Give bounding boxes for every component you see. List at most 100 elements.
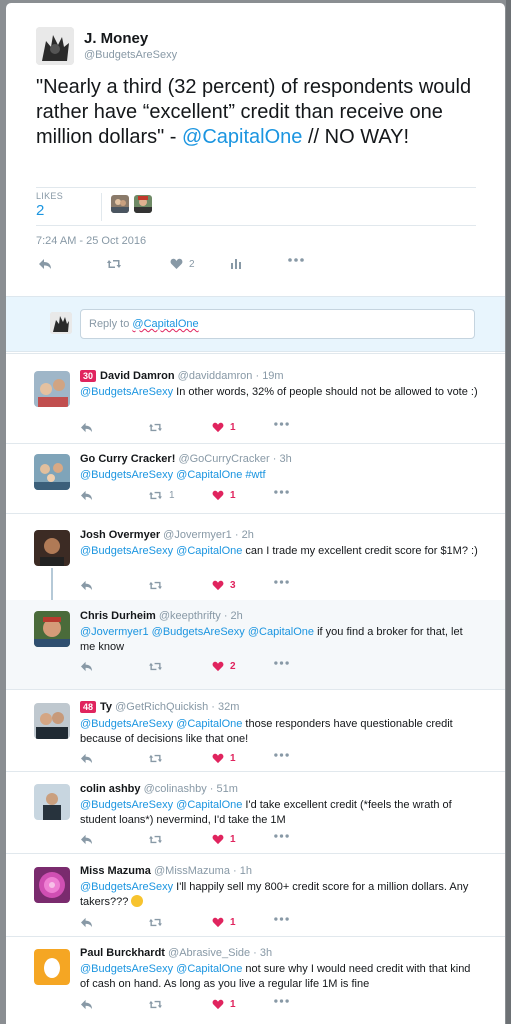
reply-button[interactable] xyxy=(80,661,93,672)
tweet-detail-card: J. Money @BudgetsAreSexy "Nearly a third… xyxy=(6,3,505,1024)
more-button[interactable] xyxy=(274,834,289,838)
retweet-button[interactable] xyxy=(148,834,163,845)
like-button[interactable]: 1 xyxy=(212,753,236,764)
like-button[interactable]: 3 xyxy=(212,580,236,591)
mention-link[interactable]: @BudgetsAreSexy @CapitalOne xyxy=(80,799,242,811)
avatar[interactable] xyxy=(34,784,70,820)
reply-button[interactable] xyxy=(38,258,52,270)
reply-button[interactable] xyxy=(80,834,93,845)
reply-button[interactable] xyxy=(80,580,93,591)
mention-link[interactable]: @BudgetsAreSexy xyxy=(80,386,173,398)
reply-author[interactable]: Josh Overmyer xyxy=(80,529,160,541)
like-button[interactable]: 1 xyxy=(212,917,236,928)
reply-handle[interactable]: @GetRichQuickish · 32m xyxy=(115,701,239,713)
retweet-icon xyxy=(148,999,163,1010)
avatar[interactable] xyxy=(34,611,70,647)
likes-count[interactable]: 2 xyxy=(36,202,44,219)
like-button[interactable]: 1 xyxy=(212,422,236,433)
reply-author[interactable]: Ty xyxy=(100,701,112,713)
more-button[interactable] xyxy=(274,999,289,1003)
reply-icon xyxy=(80,834,93,845)
avatar[interactable] xyxy=(36,27,74,65)
money-face-emoji-icon xyxy=(131,895,144,907)
reply-header: Go Curry Cracker! @GoCurryCracker · 3h xyxy=(80,453,292,465)
avatar[interactable] xyxy=(34,454,70,490)
like-button[interactable]: 2 xyxy=(170,258,195,270)
reply-button[interactable] xyxy=(80,753,93,764)
retweet-button[interactable] xyxy=(148,917,163,928)
reply-author[interactable]: David Damron xyxy=(100,370,175,382)
author-name[interactable]: J. Money xyxy=(84,30,148,47)
more-button[interactable] xyxy=(274,661,289,665)
more-icon xyxy=(274,422,289,426)
avatar[interactable] xyxy=(34,530,70,566)
reply-tweet[interactable]: Josh Overmyer @Jovermyer1 · 2h @BudgetsA… xyxy=(6,513,505,613)
retweet-button[interactable] xyxy=(106,258,122,270)
more-button[interactable] xyxy=(274,753,289,757)
mention-link[interactable]: @BudgetsAreSexy @CapitalOne xyxy=(80,718,242,730)
more-button[interactable] xyxy=(274,490,289,494)
reply-text: @BudgetsAreSexy @CapitalOne those respon… xyxy=(80,717,480,747)
reply-handle[interactable]: @keepthrifty · 2h xyxy=(159,610,243,622)
mention-link[interactable]: @BudgetsAreSexy @CapitalOne xyxy=(80,963,242,975)
reply-author[interactable]: Paul Burckhardt xyxy=(80,947,165,959)
avatar xyxy=(50,312,72,334)
more-button[interactable] xyxy=(288,258,304,262)
reply-button[interactable] xyxy=(80,422,93,433)
like-button[interactable]: 2 xyxy=(212,661,236,672)
reply-tweet[interactable]: Miss Mazuma @MissMazuma · 1h @BudgetsAre… xyxy=(6,853,505,936)
retweet-button[interactable] xyxy=(148,422,163,433)
reply-author[interactable]: colin ashby xyxy=(80,783,141,795)
like-button[interactable]: 1 xyxy=(212,490,236,501)
like-count: 1 xyxy=(230,422,236,433)
retweet-button[interactable] xyxy=(148,580,163,591)
analytics-icon xyxy=(231,259,241,269)
reply-handle[interactable]: @GoCurryCracker · 3h xyxy=(178,453,291,465)
mention-link[interactable]: @BudgetsAreSexy @CapitalOne xyxy=(80,545,242,557)
reply-tweet[interactable]: Chris Durheim @keepthrifty · 2h @Jovermy… xyxy=(6,600,505,689)
reply-tweet[interactable]: Paul Burckhardt @Abrasive_Side · 3h @Bud… xyxy=(6,936,505,1024)
reply-text: @Jovermyer1 @BudgetsAreSexy @CapitalOne … xyxy=(80,625,480,655)
reply-tweet[interactable]: 48 Ty @GetRichQuickish · 32m @BudgetsAreS… xyxy=(6,689,505,771)
tweet-timestamp[interactable]: 7:24 AM - 25 Oct 2016 xyxy=(36,235,146,247)
reply-handle[interactable]: @Jovermyer1 · 2h xyxy=(163,529,254,541)
retweet-button[interactable] xyxy=(148,999,163,1010)
reply-button[interactable] xyxy=(80,999,93,1010)
analytics-button[interactable] xyxy=(230,258,242,270)
mention-link[interactable]: @Jovermyer1 @BudgetsAreSexy @CapitalOne xyxy=(80,626,314,638)
reply-author[interactable]: Chris Durheim xyxy=(80,610,156,622)
reply-button[interactable] xyxy=(80,490,93,501)
reply-tweet[interactable]: Go Curry Cracker! @GoCurryCracker · 3h @… xyxy=(6,443,505,513)
mention-link[interactable]: @BudgetsAreSexy @CapitalOne #wtf xyxy=(80,469,266,481)
reply-input[interactable]: Reply to @CapitalOne xyxy=(80,309,475,339)
liker-avatar[interactable] xyxy=(134,195,152,213)
like-button[interactable]: 1 xyxy=(212,834,236,845)
avatar[interactable] xyxy=(34,371,70,407)
reply-handle[interactable]: @Abrasive_Side · 3h xyxy=(168,947,272,959)
more-button[interactable] xyxy=(274,917,289,921)
mention-link[interactable]: @CapitalOne xyxy=(182,126,302,148)
more-button[interactable] xyxy=(274,422,289,426)
reply-handle[interactable]: @MissMazuma · 1h xyxy=(154,865,252,877)
reply-author[interactable]: Go Curry Cracker! xyxy=(80,453,175,465)
reply-author[interactable]: Miss Mazuma xyxy=(80,865,151,877)
avatar[interactable] xyxy=(34,949,70,985)
avatar[interactable] xyxy=(34,703,70,739)
reply-handle[interactable]: @daviddamron · 19m xyxy=(178,370,284,382)
heart-icon xyxy=(212,999,224,1010)
reply-handle[interactable]: @colinashby · 51m xyxy=(144,783,238,795)
reply-button[interactable] xyxy=(80,917,93,928)
retweet-button[interactable] xyxy=(148,753,163,764)
reply-header: 30 David Damron @daviddamron · 19m xyxy=(80,370,284,382)
like-button[interactable]: 1 xyxy=(212,999,236,1010)
reply-tweet[interactable]: colin ashby @colinashby · 51m @BudgetsAr… xyxy=(6,771,505,853)
retweet-button[interactable]: 1 xyxy=(148,490,175,501)
liker-avatar[interactable] xyxy=(111,195,129,213)
reply-header: Chris Durheim @keepthrifty · 2h xyxy=(80,610,243,622)
more-button[interactable] xyxy=(274,580,289,584)
avatar[interactable] xyxy=(34,867,70,903)
reply-tweet[interactable]: 30 David Damron @daviddamron · 19m @Budge… xyxy=(6,353,505,443)
mention-link[interactable]: @BudgetsAreSexy xyxy=(80,881,173,893)
author-handle[interactable]: @BudgetsAreSexy xyxy=(84,49,177,61)
retweet-button[interactable] xyxy=(148,661,163,672)
